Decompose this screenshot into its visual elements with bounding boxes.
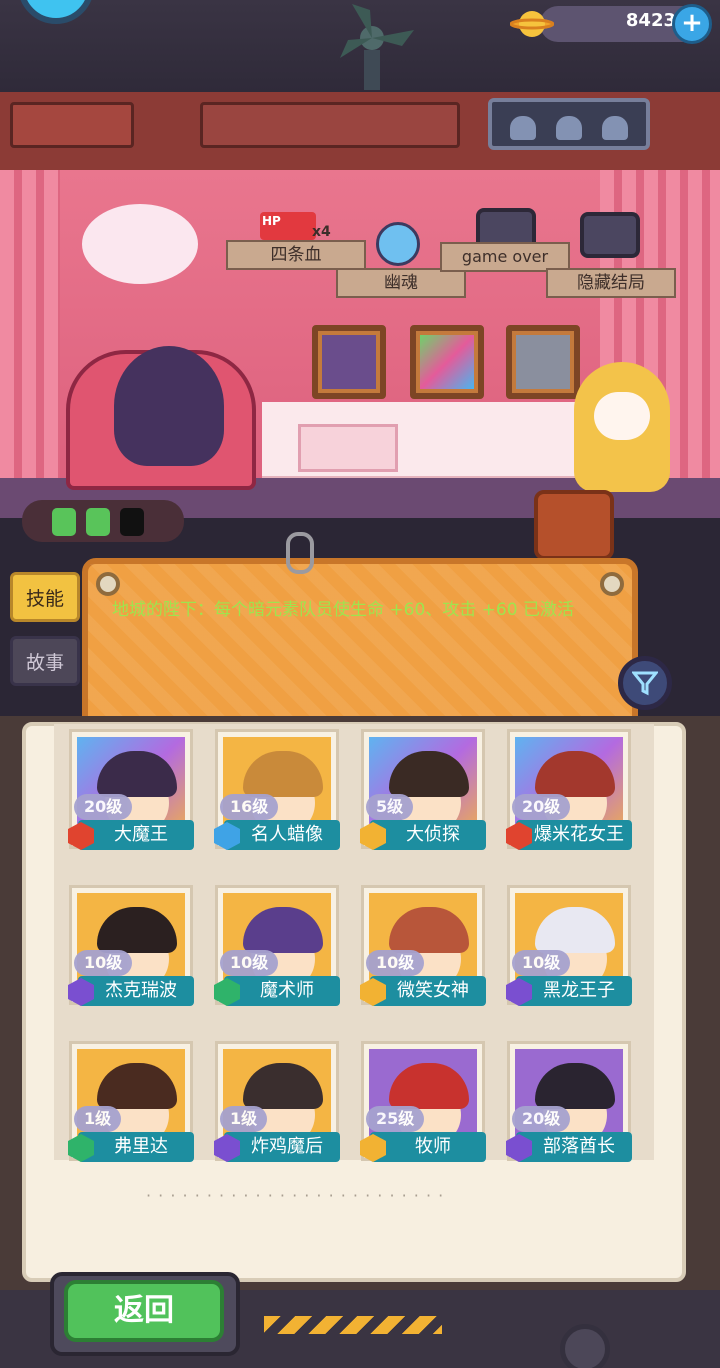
hero-level: 20级: [512, 794, 571, 820]
ghost-icon: [510, 116, 536, 140]
hero-level: 10级: [366, 950, 425, 976]
hazard-stripe: [264, 1316, 442, 1334]
hero-card[interactable]: 微笑女神 10级: [352, 884, 486, 1024]
ending-tv-icon: [580, 212, 640, 258]
portrait-frame[interactable]: [312, 325, 386, 399]
feather-lamp: [82, 204, 198, 284]
hero-name: 爆米花女王: [516, 820, 632, 850]
hp-battery-icon: HP: [260, 212, 316, 240]
desk-drawer: [298, 424, 398, 472]
skeleton-character[interactable]: [574, 362, 670, 492]
hero-name: 炸鸡魔后: [224, 1132, 340, 1162]
chat-icon[interactable]: [534, 490, 614, 560]
hero-hair: [243, 1063, 323, 1109]
hero-card[interactable]: 爆米花女王 20级: [498, 728, 632, 868]
skull-face: [594, 392, 650, 440]
faded-footer-text: · · · · · · · · · · · · · · · · · · · · …: [146, 1186, 445, 1205]
skill-description: 地城的陛下：每个暗元素队员使生命 +60、攻击 +60 已激活: [112, 600, 574, 620]
avatar-orb[interactable]: [18, 0, 94, 24]
hero-level: 10级: [74, 950, 133, 976]
hero-name: 微笑女神: [370, 976, 486, 1006]
hero-level: 10级: [512, 950, 571, 976]
hero-level: 20级: [74, 794, 133, 820]
sign-four-hp[interactable]: 四条血: [226, 240, 366, 270]
hero-card[interactable]: 名人蜡像 16级: [206, 728, 340, 868]
hero-hair: [389, 1063, 469, 1109]
hero-hair: [97, 751, 177, 797]
hero-level: 1级: [74, 1106, 122, 1132]
hero-name: 部落酋长: [516, 1132, 632, 1162]
tab-story[interactable]: 故事: [10, 636, 80, 686]
hp-multiplier: x4: [312, 224, 331, 240]
hero-name: 大侦探: [370, 820, 486, 850]
ghost-icon: [556, 116, 582, 140]
fan-icon: [340, 4, 414, 90]
hero-name: 大魔王: [78, 820, 194, 850]
hero-name: 黑龙王子: [516, 976, 632, 1006]
planet-coin-icon: [510, 11, 554, 37]
add-currency-button[interactable]: +: [672, 4, 712, 44]
hero-card[interactable]: 黑龙王子 10级: [498, 884, 632, 1024]
hero-hair: [243, 751, 323, 797]
hero-card[interactable]: 炸鸡魔后 1级: [206, 1040, 340, 1180]
board-pin: [96, 572, 120, 596]
portrait-frame[interactable]: [506, 325, 580, 399]
energy-cell-icon: [52, 508, 76, 536]
demon-king-character[interactable]: [114, 346, 224, 466]
hero-level: 16级: [220, 794, 279, 820]
energy-cell-empty-icon: [120, 508, 144, 536]
portrait-frame[interactable]: [410, 325, 484, 399]
hero-hair: [243, 907, 323, 953]
board-pin: [600, 572, 624, 596]
hero-level: 10级: [220, 950, 279, 976]
hero-hair: [535, 751, 615, 797]
hero-hair: [97, 1063, 177, 1109]
energy-cell-icon: [86, 508, 110, 536]
sign-hidden-ending[interactable]: 隐藏结局: [546, 268, 676, 298]
hero-card[interactable]: 杰克瑞波 10级: [60, 884, 194, 1024]
hero-hair: [389, 907, 469, 953]
hero-card[interactable]: 大魔王 20级: [60, 728, 194, 868]
hero-hair: [535, 907, 615, 953]
hero-name: 杰克瑞波: [78, 976, 194, 1006]
tab-skill[interactable]: 技能: [10, 572, 80, 622]
wood-panel: [10, 102, 134, 148]
hero-card[interactable]: 部落酋长 20级: [498, 1040, 632, 1180]
hero-name: 弗里达: [78, 1132, 194, 1162]
roster-grid: 大魔王 20级 名人蜡像 16级 大侦探 5级 爆米花女王 20级 杰克瑞波 10级 魔术师 10级微…: [54, 724, 654, 1162]
board-pattern: [88, 564, 632, 732]
paper-clip-icon: [286, 532, 314, 574]
hero-name: 名人蜡像: [224, 820, 340, 850]
energy-bar: [22, 500, 184, 542]
game-screen: 8423 + HP x4 四条血 幽魂 game over 隐藏结局 地城的陛下…: [0, 0, 720, 1368]
hero-hair: [535, 1063, 615, 1109]
ghost-icon: [602, 116, 628, 140]
currency-amount: 8423: [625, 10, 676, 31]
filter-icon: [630, 671, 660, 696]
sign-ghost[interactable]: 幽魂: [336, 268, 466, 298]
hero-card[interactable]: 魔术师 10级: [206, 884, 340, 1024]
skill-board: [82, 558, 638, 738]
vent-panel: [200, 102, 460, 148]
hero-level: 20级: [512, 1106, 571, 1132]
hero-level: 1级: [220, 1106, 268, 1132]
hero-name: 魔术师: [224, 976, 340, 1006]
hero-level: 25级: [366, 1106, 425, 1132]
left-curtain: [0, 170, 60, 510]
back-button[interactable]: 返回: [64, 1280, 224, 1342]
hero-hair: [97, 907, 177, 953]
hero-hair: [389, 751, 469, 797]
ghost-display: [488, 98, 650, 150]
hero-name: 牧师: [370, 1132, 486, 1162]
skull-soul-icon: [376, 222, 420, 266]
gear-icon: [560, 1324, 610, 1368]
hero-card[interactable]: 大侦探 5级: [352, 728, 486, 868]
hero-card[interactable]: 牧师 25级: [352, 1040, 486, 1180]
desk: [262, 402, 592, 482]
hero-card[interactable]: 弗里达 1级: [60, 1040, 194, 1180]
hero-level: 5级: [366, 794, 414, 820]
filter-button[interactable]: [618, 656, 672, 710]
